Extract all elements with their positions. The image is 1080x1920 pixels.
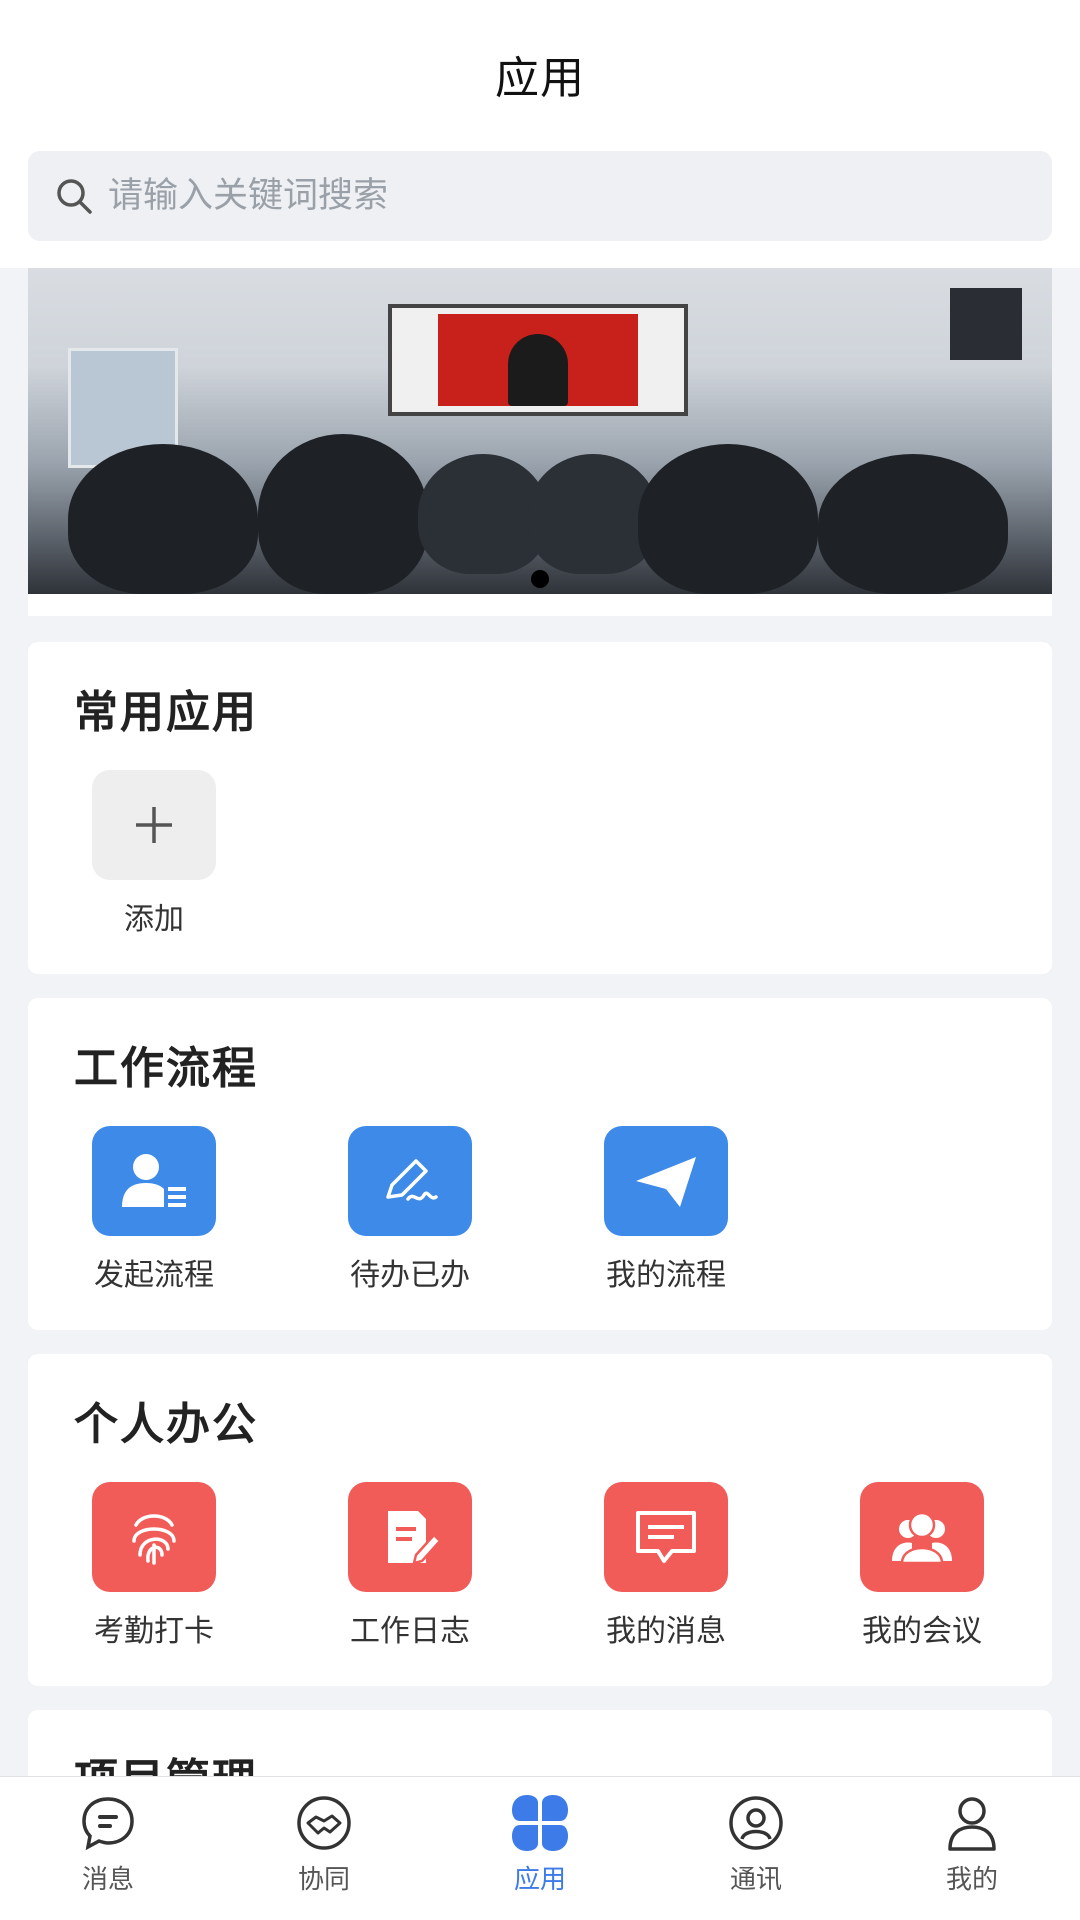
section-workflow: 工作流程 发起流程 待办已办 我的流程: [28, 998, 1052, 1330]
paper-plane-icon: [636, 1157, 696, 1207]
section-common-apps: 常用应用 添加: [28, 642, 1052, 974]
app-tile[interactable]: [92, 1126, 216, 1236]
tab-label: 应用: [513, 1865, 566, 1895]
app-add[interactable]: 添加: [74, 770, 234, 938]
app-start-process[interactable]: 发起流程: [74, 1126, 234, 1294]
chat-bubble-icon: [82, 1797, 134, 1851]
search-icon: [57, 179, 92, 214]
app-label: 我的消息: [606, 1614, 726, 1649]
app-tile[interactable]: [92, 1482, 216, 1592]
tab-label: 我的: [945, 1865, 998, 1895]
contacts-icon: [729, 1796, 783, 1850]
app-label: 我的会议: [862, 1614, 982, 1649]
meeting-users-icon: [892, 1511, 952, 1565]
tab-messages[interactable]: 消息: [28, 1793, 188, 1896]
banner-image[interactable]: [28, 268, 1052, 594]
bottom-tab-bar: 消息 协同 应用 通讯 我的: [0, 1776, 1080, 1920]
section-title: 常用应用: [74, 687, 258, 738]
banner-carousel[interactable]: [28, 268, 1052, 616]
app-tile[interactable]: [348, 1126, 472, 1236]
carousel-indicator-dot[interactable]: [531, 570, 549, 588]
app-tile[interactable]: [348, 1482, 472, 1592]
tab-contacts[interactable]: 通讯: [676, 1793, 836, 1896]
app-label: 发起流程: [94, 1258, 214, 1293]
tab-apps[interactable]: 应用: [460, 1793, 620, 1896]
app-my-process[interactable]: 我的流程: [586, 1126, 746, 1294]
add-tile[interactable]: [92, 770, 216, 880]
app-attendance[interactable]: 考勤打卡: [74, 1482, 234, 1650]
tab-me[interactable]: 我的: [892, 1793, 1052, 1896]
section-title: 个人办公: [74, 1399, 258, 1450]
banner-tv: [950, 288, 1022, 360]
app-label: 我的流程: [606, 1258, 726, 1293]
app-todo-done[interactable]: 待办已办: [330, 1126, 490, 1294]
tab-label: 协同: [297, 1865, 350, 1895]
search-bar[interactable]: [28, 151, 1052, 241]
header: 应用: [0, 0, 1080, 268]
section-personal-office: 个人办公 考勤打卡 工作日志 我的消息 我的会议: [28, 1354, 1052, 1686]
search-input[interactable]: [108, 176, 1052, 216]
app-label: 待办已办: [350, 1258, 470, 1293]
app-tile[interactable]: [604, 1482, 728, 1592]
fingerprint-icon: [132, 1514, 176, 1565]
plus-icon: [136, 807, 172, 843]
app-my-meetings[interactable]: 我的会议: [842, 1482, 1002, 1650]
document-edit-icon: [388, 1511, 442, 1565]
person-icon: [948, 1797, 996, 1851]
app-tile[interactable]: [604, 1126, 728, 1236]
app-work-log[interactable]: 工作日志: [330, 1482, 490, 1650]
section-title: 工作流程: [74, 1043, 258, 1094]
page-title: 应用: [495, 53, 585, 104]
pen-signature-icon: [386, 1159, 438, 1201]
app-label: 添加: [124, 902, 184, 937]
banner-audience: [28, 394, 1052, 594]
app-tile[interactable]: [860, 1482, 984, 1592]
tab-label: 消息: [81, 1865, 134, 1895]
tab-collaboration[interactable]: 协同: [244, 1793, 404, 1896]
apps-grid-icon: [512, 1795, 568, 1851]
user-list-icon: [122, 1154, 186, 1207]
app-page: 应用 常用应用: [0, 0, 1080, 1920]
app-label: 考勤打卡: [94, 1614, 214, 1649]
tab-label: 通讯: [729, 1865, 782, 1895]
app-my-messages[interactable]: 我的消息: [586, 1482, 746, 1650]
message-icon: [636, 1511, 696, 1563]
handshake-icon: [297, 1796, 351, 1850]
app-label: 工作日志: [350, 1614, 470, 1649]
